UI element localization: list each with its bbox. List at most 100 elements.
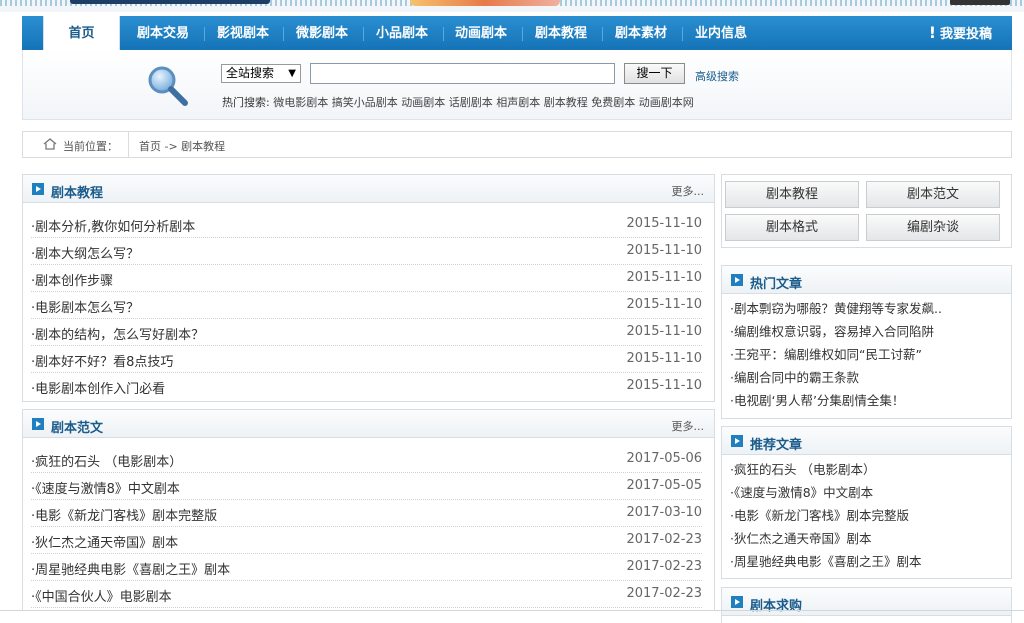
list-item[interactable]: ·电影《新龙门客栈》剧本完整版 2017-03-10 xyxy=(31,500,702,527)
list-item[interactable]: ·电影《新龙门客栈》剧本完整版 xyxy=(730,506,1003,529)
category-button-tutorials[interactable]: 剧本教程 xyxy=(725,181,859,208)
magnifier-icon xyxy=(148,66,188,106)
panel-header: 推荐文章 xyxy=(722,427,1011,455)
hot-search-terms[interactable]: 微电影剧本 搞笑小品剧本 动画剧本 话剧剧本 相声剧本 剧本教程 免费剧本 动画… xyxy=(273,96,693,109)
list-item[interactable]: ·电影剧本创作入门必看 2015-11-10 xyxy=(31,373,702,400)
category-buttons: 剧本教程 剧本范文 剧本格式 编剧杂谈 xyxy=(721,174,1012,248)
article-title[interactable]: ·周星驰经典电影《喜剧之王》剧本 xyxy=(31,559,230,578)
list-item[interactable]: ·《中国合伙人》电影剧本 2017-02-23 xyxy=(31,581,702,608)
list-item[interactable]: ·编剧维权意识弱，容易掉入合同陷阱 xyxy=(730,322,1003,345)
nav-separator xyxy=(204,27,205,41)
list-item[interactable]: ·狄仁杰之通天帝国》剧本 2017-02-23 xyxy=(31,527,702,554)
article-title[interactable]: ·编剧维权意识弱，容易掉入合同陷阱 xyxy=(730,324,934,339)
article-date: 2015-11-10 xyxy=(626,297,702,312)
breadcrumb-path[interactable]: 首页 -> 剧本教程 xyxy=(139,138,225,154)
article-title[interactable]: ·电影剧本创作入门必看 xyxy=(31,378,165,397)
panel-header: 剧本求购 xyxy=(722,588,1011,616)
main-nav: 首页 剧本交易 影视剧本 微影剧本 小品剧本 动画剧本 剧本教程 剧本素材 业内… xyxy=(22,16,1012,50)
search-button[interactable]: 搜一下 xyxy=(624,63,685,84)
dropdown-arrow-icon: ▼ xyxy=(288,68,296,79)
submit-script-link[interactable]: ! 我要投稿 xyxy=(929,16,992,50)
list-item[interactable]: ·周星驰经典电影《喜剧之王》剧本 xyxy=(730,552,1003,575)
article-title[interactable]: ·电影《新龙门客栈》剧本完整版 xyxy=(730,508,909,523)
list-item[interactable]: ·剧本好不好？看8点技巧 2015-11-10 xyxy=(31,346,702,373)
more-link[interactable]: 更多... xyxy=(672,183,705,199)
panel-header: 剧本教程 更多... xyxy=(23,175,714,203)
list-item[interactable]: ·剧本分析,教你如何分析剧本 2015-11-10 xyxy=(31,211,702,238)
article-title[interactable]: ·电影《新龙门客栈》剧本完整版 xyxy=(31,505,217,524)
article-title[interactable]: ·《速度与激情8》中文剧本 xyxy=(31,478,180,497)
article-title[interactable]: ·周星驰经典电影《喜剧之王》剧本 xyxy=(730,554,921,569)
nav-separator xyxy=(682,27,683,41)
article-title[interactable]: ·剧本创作步骤 xyxy=(31,270,113,289)
list-item[interactable]: ·周星驰经典电影《喜剧之王》剧本 2017-02-23 xyxy=(31,554,702,581)
list-item[interactable]: ·电影剧本怎么写？ 2015-11-10 xyxy=(31,292,702,319)
banner-illustration xyxy=(410,0,560,6)
article-title[interactable]: ·疯狂的石头 （电影剧本） xyxy=(31,451,182,470)
article-title[interactable]: ·《速度与激情8》中文剧本 xyxy=(730,485,873,500)
nav-item-animation-scripts[interactable]: 动画剧本 xyxy=(444,16,518,50)
panel-title: 热门文章 xyxy=(750,277,803,292)
article-date: 2015-11-10 xyxy=(626,216,702,231)
article-date: 2017-02-23 xyxy=(626,559,702,574)
list-item[interactable]: ·疯狂的石头 （电影剧本） 2017-05-06 xyxy=(31,446,702,473)
hot-searches-label: 热门搜索: xyxy=(222,96,270,109)
article-title[interactable]: ·剧本剽窃为哪般？黄健翔等专家发飙.. xyxy=(730,301,942,316)
list-item[interactable]: ·《速度与激情8》中文剧本 xyxy=(730,483,1003,506)
article-title[interactable]: ·剧本好不好？看8点技巧 xyxy=(31,351,173,370)
breadcrumb-divider xyxy=(128,132,129,157)
recommended-panel: 推荐文章 ·疯狂的石头 （电影剧本） ·《速度与激情8》中文剧本 ·电影《新龙门… xyxy=(721,426,1012,579)
hot-searches: 热门搜索: 微电影剧本 搞笑小品剧本 动画剧本 话剧剧本 相声剧本 剧本教程 免… xyxy=(222,94,694,110)
list-item[interactable]: ·王宛平：编剧维权如同“民工讨薪” xyxy=(730,345,1003,368)
panel-header: 热门文章 xyxy=(722,266,1011,294)
article-date: 2017-02-23 xyxy=(626,586,702,601)
article-date: 2017-03-10 xyxy=(626,505,702,520)
list-item[interactable]: ·剧本创作步骤 2015-11-10 xyxy=(31,265,702,292)
article-title[interactable]: ·剧本大纲怎么写？ xyxy=(31,243,139,262)
article-title[interactable]: ·疯狂的石头 （电影剧本） xyxy=(730,462,875,477)
nav-item-home[interactable]: 首页 xyxy=(43,16,120,50)
nav-item-sketch-scripts[interactable]: 小品剧本 xyxy=(365,16,439,50)
article-date: 2017-05-05 xyxy=(626,478,702,493)
nav-item-micro-film-scripts[interactable]: 微影剧本 xyxy=(285,16,359,50)
play-bullet-icon xyxy=(32,418,44,430)
list-item[interactable]: ·剧本剽窃为哪般？黄健翔等专家发飙.. xyxy=(730,299,1003,322)
list-item[interactable]: ·剧本大纲怎么写？ 2015-11-10 xyxy=(31,238,702,265)
nav-separator xyxy=(602,27,603,41)
nav-item-script-trade[interactable]: 剧本交易 xyxy=(126,16,200,50)
category-button-format[interactable]: 剧本格式 xyxy=(725,214,859,241)
nav-item-industry-news[interactable]: 业内信息 xyxy=(684,16,758,50)
list-item[interactable]: ·《速度与激情8》中文剧本 2017-05-05 xyxy=(31,473,702,500)
advanced-search-link[interactable]: 高级搜索 xyxy=(695,68,739,84)
article-title[interactable]: ·狄仁杰之通天帝国》剧本 xyxy=(31,532,178,551)
samples-panel: 剧本范文 更多... ·疯狂的石头 （电影剧本） 2017-05-06 ·《速度与… xyxy=(22,409,715,610)
list-item[interactable]: ·电视剧‘男人帮’分集剧情全集！ xyxy=(730,391,1003,414)
search-area: 全站搜索 ▼ 搜一下 高级搜索 热门搜索: 微电影剧本 搞笑小品剧本 动画剧本 … xyxy=(22,50,1012,120)
article-date: 2015-11-10 xyxy=(626,378,702,393)
submit-script-label: 我要投稿 xyxy=(939,27,992,42)
nav-item-film-scripts[interactable]: 影视剧本 xyxy=(206,16,280,50)
list-item[interactable]: ·狄仁杰之通天帝国》剧本 xyxy=(730,529,1003,552)
list-item[interactable]: ·剧本的结构，怎么写好剧本？ 2015-11-10 xyxy=(31,319,702,346)
article-title[interactable]: ·编剧合同中的霸王条款 xyxy=(730,370,859,385)
article-title[interactable]: ·王宛平：编剧维权如同“民工讨薪” xyxy=(730,347,922,362)
article-title[interactable]: ·剧本分析,教你如何分析剧本 xyxy=(31,216,195,235)
nav-item-script-tutorials[interactable]: 剧本教程 xyxy=(524,16,598,50)
more-link[interactable]: 更多... xyxy=(672,418,705,434)
nav-item-script-materials[interactable]: 剧本素材 xyxy=(604,16,678,50)
article-title[interactable]: ·《中国合伙人》电影剧本 xyxy=(31,586,172,605)
exclamation-icon: ! xyxy=(928,23,936,42)
play-bullet-icon xyxy=(731,435,743,447)
category-button-chat[interactable]: 编剧杂谈 xyxy=(866,214,1000,241)
site-logo[interactable] xyxy=(70,0,270,4)
article-title[interactable]: ·电影剧本怎么写？ xyxy=(31,297,139,316)
search-input[interactable] xyxy=(310,63,615,84)
article-title[interactable]: ·电视剧‘男人帮’分集剧情全集！ xyxy=(730,393,904,408)
article-title[interactable]: ·剧本的结构，怎么写好剧本？ xyxy=(31,324,204,343)
breadcrumb: 当前位置： 首页 -> 剧本教程 xyxy=(22,131,1012,158)
category-button-samples[interactable]: 剧本范文 xyxy=(866,181,1000,208)
list-item[interactable]: ·疯狂的石头 （电影剧本） xyxy=(730,460,1003,483)
search-scope-select[interactable]: 全站搜索 ▼ xyxy=(221,64,301,83)
list-item[interactable]: ·编剧合同中的霸王条款 xyxy=(730,368,1003,391)
article-title[interactable]: ·狄仁杰之通天帝国》剧本 xyxy=(730,531,871,546)
